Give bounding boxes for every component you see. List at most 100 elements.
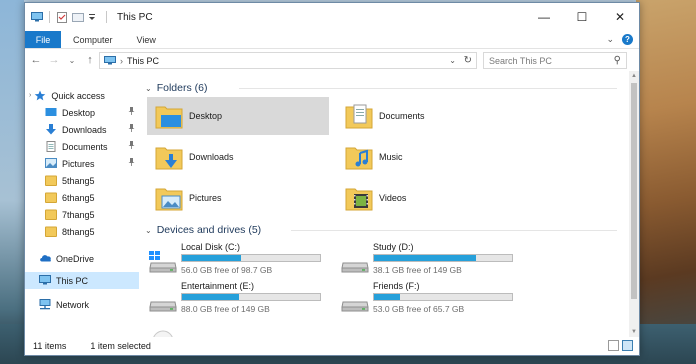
partial-device-icon[interactable] — [149, 327, 177, 337]
folder-icon — [45, 226, 57, 237]
sidebar-item-label: 8thang5 — [62, 226, 95, 237]
sidebar-item-label: 6thang5 — [62, 192, 95, 203]
folder-videos[interactable]: Videos — [337, 179, 519, 217]
window-title: This PC — [117, 11, 153, 23]
tab-computer[interactable]: Computer — [61, 31, 125, 48]
drive-f[interactable]: Friends (F:) 53.0 GB free of 65.7 GB — [337, 280, 523, 316]
folder-desktop[interactable]: Desktop — [147, 97, 329, 135]
downloads-icon — [45, 124, 57, 135]
refresh-icon[interactable]: ↻ — [464, 55, 472, 66]
toolbar-separator — [106, 11, 107, 23]
navigation-pane: › Quick access Desktop Downloads Documen… — [25, 71, 139, 337]
this-pc-icon — [31, 12, 43, 22]
expand-chevron-icon[interactable]: › — [29, 92, 31, 99]
tab-view[interactable]: View — [125, 31, 168, 48]
vertical-scrollbar[interactable]: ▲ ▼ — [629, 71, 639, 337]
content-pane: ⌄ Folders (6) Desktop Documents Download… — [143, 71, 629, 337]
drive-name: Friends (F:) — [373, 281, 420, 291]
pictures-icon — [45, 158, 57, 169]
tab-file[interactable]: File — [25, 31, 61, 48]
sidebar-item-network[interactable]: Network — [39, 296, 139, 313]
drive-usage-bar — [373, 254, 513, 262]
search-input[interactable]: Search This PC ⚲ — [483, 52, 627, 69]
drives-group-title: Devices and drives (5) — [156, 224, 262, 236]
drive-free-space: 56.0 GB free of 98.7 GB — [181, 265, 273, 275]
folder-music[interactable]: Music — [337, 138, 519, 176]
address-bar[interactable]: › This PC ⌄ ↻ — [99, 52, 477, 69]
selection-count: 1 item selected — [90, 341, 151, 351]
drive-e[interactable]: Entertainment (E:) 88.0 GB free of 149 G… — [145, 280, 331, 316]
drive-name: Study (D:) — [373, 242, 414, 252]
maximize-button[interactable]: ☐ — [563, 3, 601, 31]
folder-downloads[interactable]: Downloads — [147, 138, 329, 176]
breadcrumb-this-pc[interactable]: This PC — [127, 56, 159, 66]
breadcrumb-separator: › — [120, 55, 123, 66]
drive-usage-fill — [374, 255, 477, 261]
this-pc-icon — [39, 275, 51, 286]
sidebar-item-label: Downloads — [62, 124, 107, 135]
desktop-background-cliff — [636, 0, 696, 364]
folder-icon — [45, 192, 57, 203]
pictures-folder-icon — [155, 185, 183, 211]
collapse-chevron-icon[interactable]: ⌄ — [145, 84, 152, 93]
folder-label: Desktop — [189, 111, 223, 121]
tiles-view-button[interactable] — [622, 340, 633, 351]
collapse-chevron-icon[interactable]: ⌄ — [145, 226, 152, 235]
documents-icon — [45, 141, 57, 152]
music-folder-icon — [345, 144, 373, 170]
group-divider — [291, 230, 617, 231]
sidebar-item-8thang5[interactable]: 8thang5 — [45, 223, 139, 240]
folder-documents[interactable]: Documents — [337, 97, 519, 135]
recent-locations-icon[interactable]: ⌄ — [65, 53, 79, 67]
sidebar-item-label: Network — [56, 299, 90, 310]
address-dropdown-icon[interactable]: ⌄ — [449, 56, 456, 65]
folder-icon — [45, 209, 57, 220]
cloud-icon — [39, 253, 51, 264]
back-button[interactable]: ← — [29, 53, 43, 67]
item-count: 11 items — [33, 341, 67, 351]
this-pc-icon — [104, 56, 116, 65]
expand-ribbon-icon[interactable]: ⌄ — [606, 34, 614, 45]
hard-drive-icon — [341, 290, 369, 312]
sidebar-item-onedrive[interactable]: OneDrive — [39, 250, 139, 267]
sidebar-item-quick-access[interactable]: › Quick access — [29, 87, 143, 104]
search-icon[interactable]: ⚲ — [614, 55, 621, 66]
close-button[interactable]: ✕ — [601, 3, 639, 31]
minimize-button[interactable]: — — [525, 3, 563, 31]
new-folder-icon[interactable] — [72, 12, 84, 22]
sidebar-item-label: 5thang5 — [62, 175, 95, 186]
folder-label: Pictures — [189, 193, 222, 203]
sidebar-item-downloads[interactable]: Downloads — [45, 121, 139, 138]
folder-label: Downloads — [189, 152, 234, 162]
drive-usage-bar — [373, 293, 513, 301]
scroll-up-arrow-icon[interactable]: ▲ — [629, 71, 639, 81]
sidebar-item-this-pc[interactable]: This PC — [25, 272, 139, 289]
details-view-button[interactable] — [608, 340, 619, 351]
sidebar-item-label: Documents — [62, 141, 108, 152]
sidebar-item-pictures[interactable]: Pictures — [45, 155, 139, 172]
forward-button[interactable]: → — [47, 53, 61, 67]
sidebar-item-5thang5[interactable]: 5thang5 — [45, 172, 139, 189]
customize-toolbar-icon[interactable] — [88, 12, 100, 22]
folders-group-header[interactable]: ⌄ Folders (6) — [145, 80, 207, 96]
sidebar-item-7thang5[interactable]: 7thang5 — [45, 206, 139, 223]
properties-icon[interactable] — [56, 12, 68, 23]
scroll-down-arrow-icon[interactable]: ▼ — [629, 327, 639, 337]
drive-d[interactable]: Study (D:) 38.1 GB free of 149 GB — [337, 241, 523, 277]
folder-pictures[interactable]: Pictures — [147, 179, 329, 217]
drive-free-space: 38.1 GB free of 149 GB — [373, 265, 462, 275]
sidebar-item-label: This PC — [56, 275, 89, 286]
network-icon — [39, 299, 51, 310]
drive-usage-fill — [182, 294, 239, 300]
drives-group-header[interactable]: ⌄ Devices and drives (5) — [145, 222, 261, 238]
help-icon[interactable]: ? — [622, 34, 633, 45]
sidebar-item-6thang5[interactable]: 6thang5 — [45, 189, 139, 206]
drive-c[interactable]: Local Disk (C:) 56.0 GB free of 98.7 GB — [145, 241, 331, 277]
scroll-thumb[interactable] — [631, 83, 637, 299]
up-button[interactable]: ↑ — [83, 53, 97, 67]
folder-label: Documents — [379, 111, 425, 121]
sidebar-item-desktop[interactable]: Desktop — [45, 104, 139, 121]
file-explorer-window: This PC — ☐ ✕ File Computer View ⌄ ? ← →… — [24, 2, 640, 356]
sidebar-item-documents[interactable]: Documents — [45, 138, 139, 155]
folders-group-title: Folders (6) — [156, 82, 208, 94]
